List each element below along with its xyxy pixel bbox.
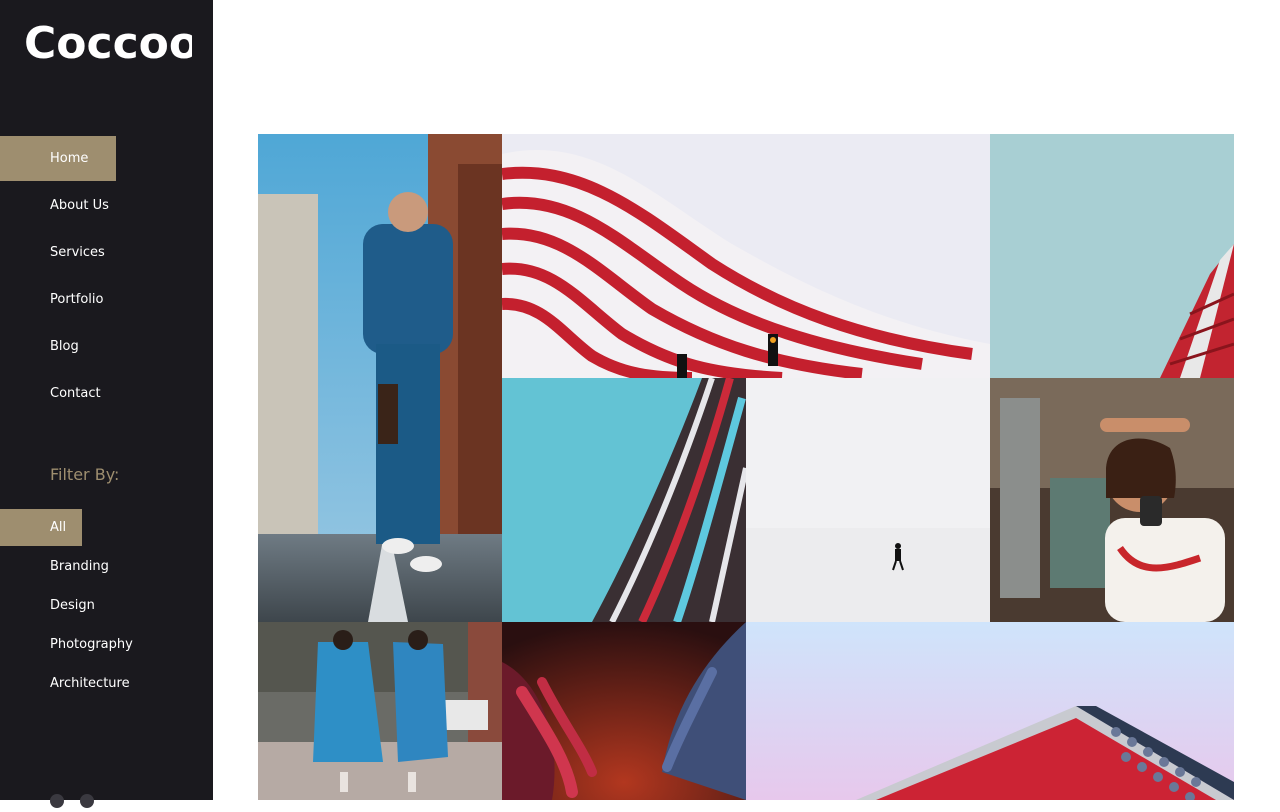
nav-item-portfolio[interactable]: Portfolio: [0, 277, 116, 322]
gallery-item-woman-portrait[interactable]: [990, 378, 1234, 622]
main-nav: Home About Us Services Portfolio Blog Co…: [0, 136, 213, 418]
portfolio-grid: [258, 134, 1234, 800]
social-links: [50, 793, 110, 812]
logo-text: Coccoon: [24, 24, 192, 64]
gallery-image: [258, 134, 502, 622]
filter-item-architecture[interactable]: Architecture: [0, 665, 130, 702]
logo[interactable]: Coccoon: [24, 24, 192, 64]
gallery-item-striped-building[interactable]: [502, 134, 990, 378]
gallery-item-hands[interactable]: [502, 622, 746, 800]
gallery-item-man-walking[interactable]: [258, 134, 502, 622]
nav-item-blog[interactable]: Blog: [0, 324, 116, 369]
gallery-image: [258, 622, 502, 800]
nav-item-contact[interactable]: Contact: [0, 371, 116, 416]
gallery-image: [502, 134, 990, 378]
gallery-image: [746, 378, 990, 622]
nav-item-about-us[interactable]: About Us: [0, 183, 116, 228]
filter-item-photography[interactable]: Photography: [0, 626, 133, 663]
nav-item-services[interactable]: Services: [0, 230, 116, 275]
nav-item-home[interactable]: Home: [0, 136, 116, 181]
gallery-image: [990, 134, 1234, 378]
gallery-item-glass-building[interactable]: [502, 378, 746, 622]
filter-list: All Branding Design Photography Architec…: [0, 509, 213, 704]
social-icon-1[interactable]: [50, 794, 64, 808]
filter-item-branding[interactable]: Branding: [0, 548, 109, 585]
gallery-image: [990, 378, 1234, 622]
gallery-image: [502, 622, 746, 800]
gallery-item-angular-building[interactable]: [746, 622, 1234, 800]
gallery-image: [746, 622, 1234, 800]
sidebar: Coccoon Home About Us Services Portfolio…: [0, 0, 213, 808]
gallery-item-fog-walker[interactable]: [746, 378, 990, 622]
filter-item-design[interactable]: Design: [0, 587, 95, 624]
social-icon-2[interactable]: [80, 794, 94, 808]
gallery-image: [502, 378, 746, 622]
gallery-item-two-women[interactable]: [258, 622, 502, 800]
filter-title: Filter By:: [50, 465, 120, 484]
gallery-item-red-facade[interactable]: [990, 134, 1234, 378]
filter-item-all[interactable]: All: [0, 509, 82, 546]
